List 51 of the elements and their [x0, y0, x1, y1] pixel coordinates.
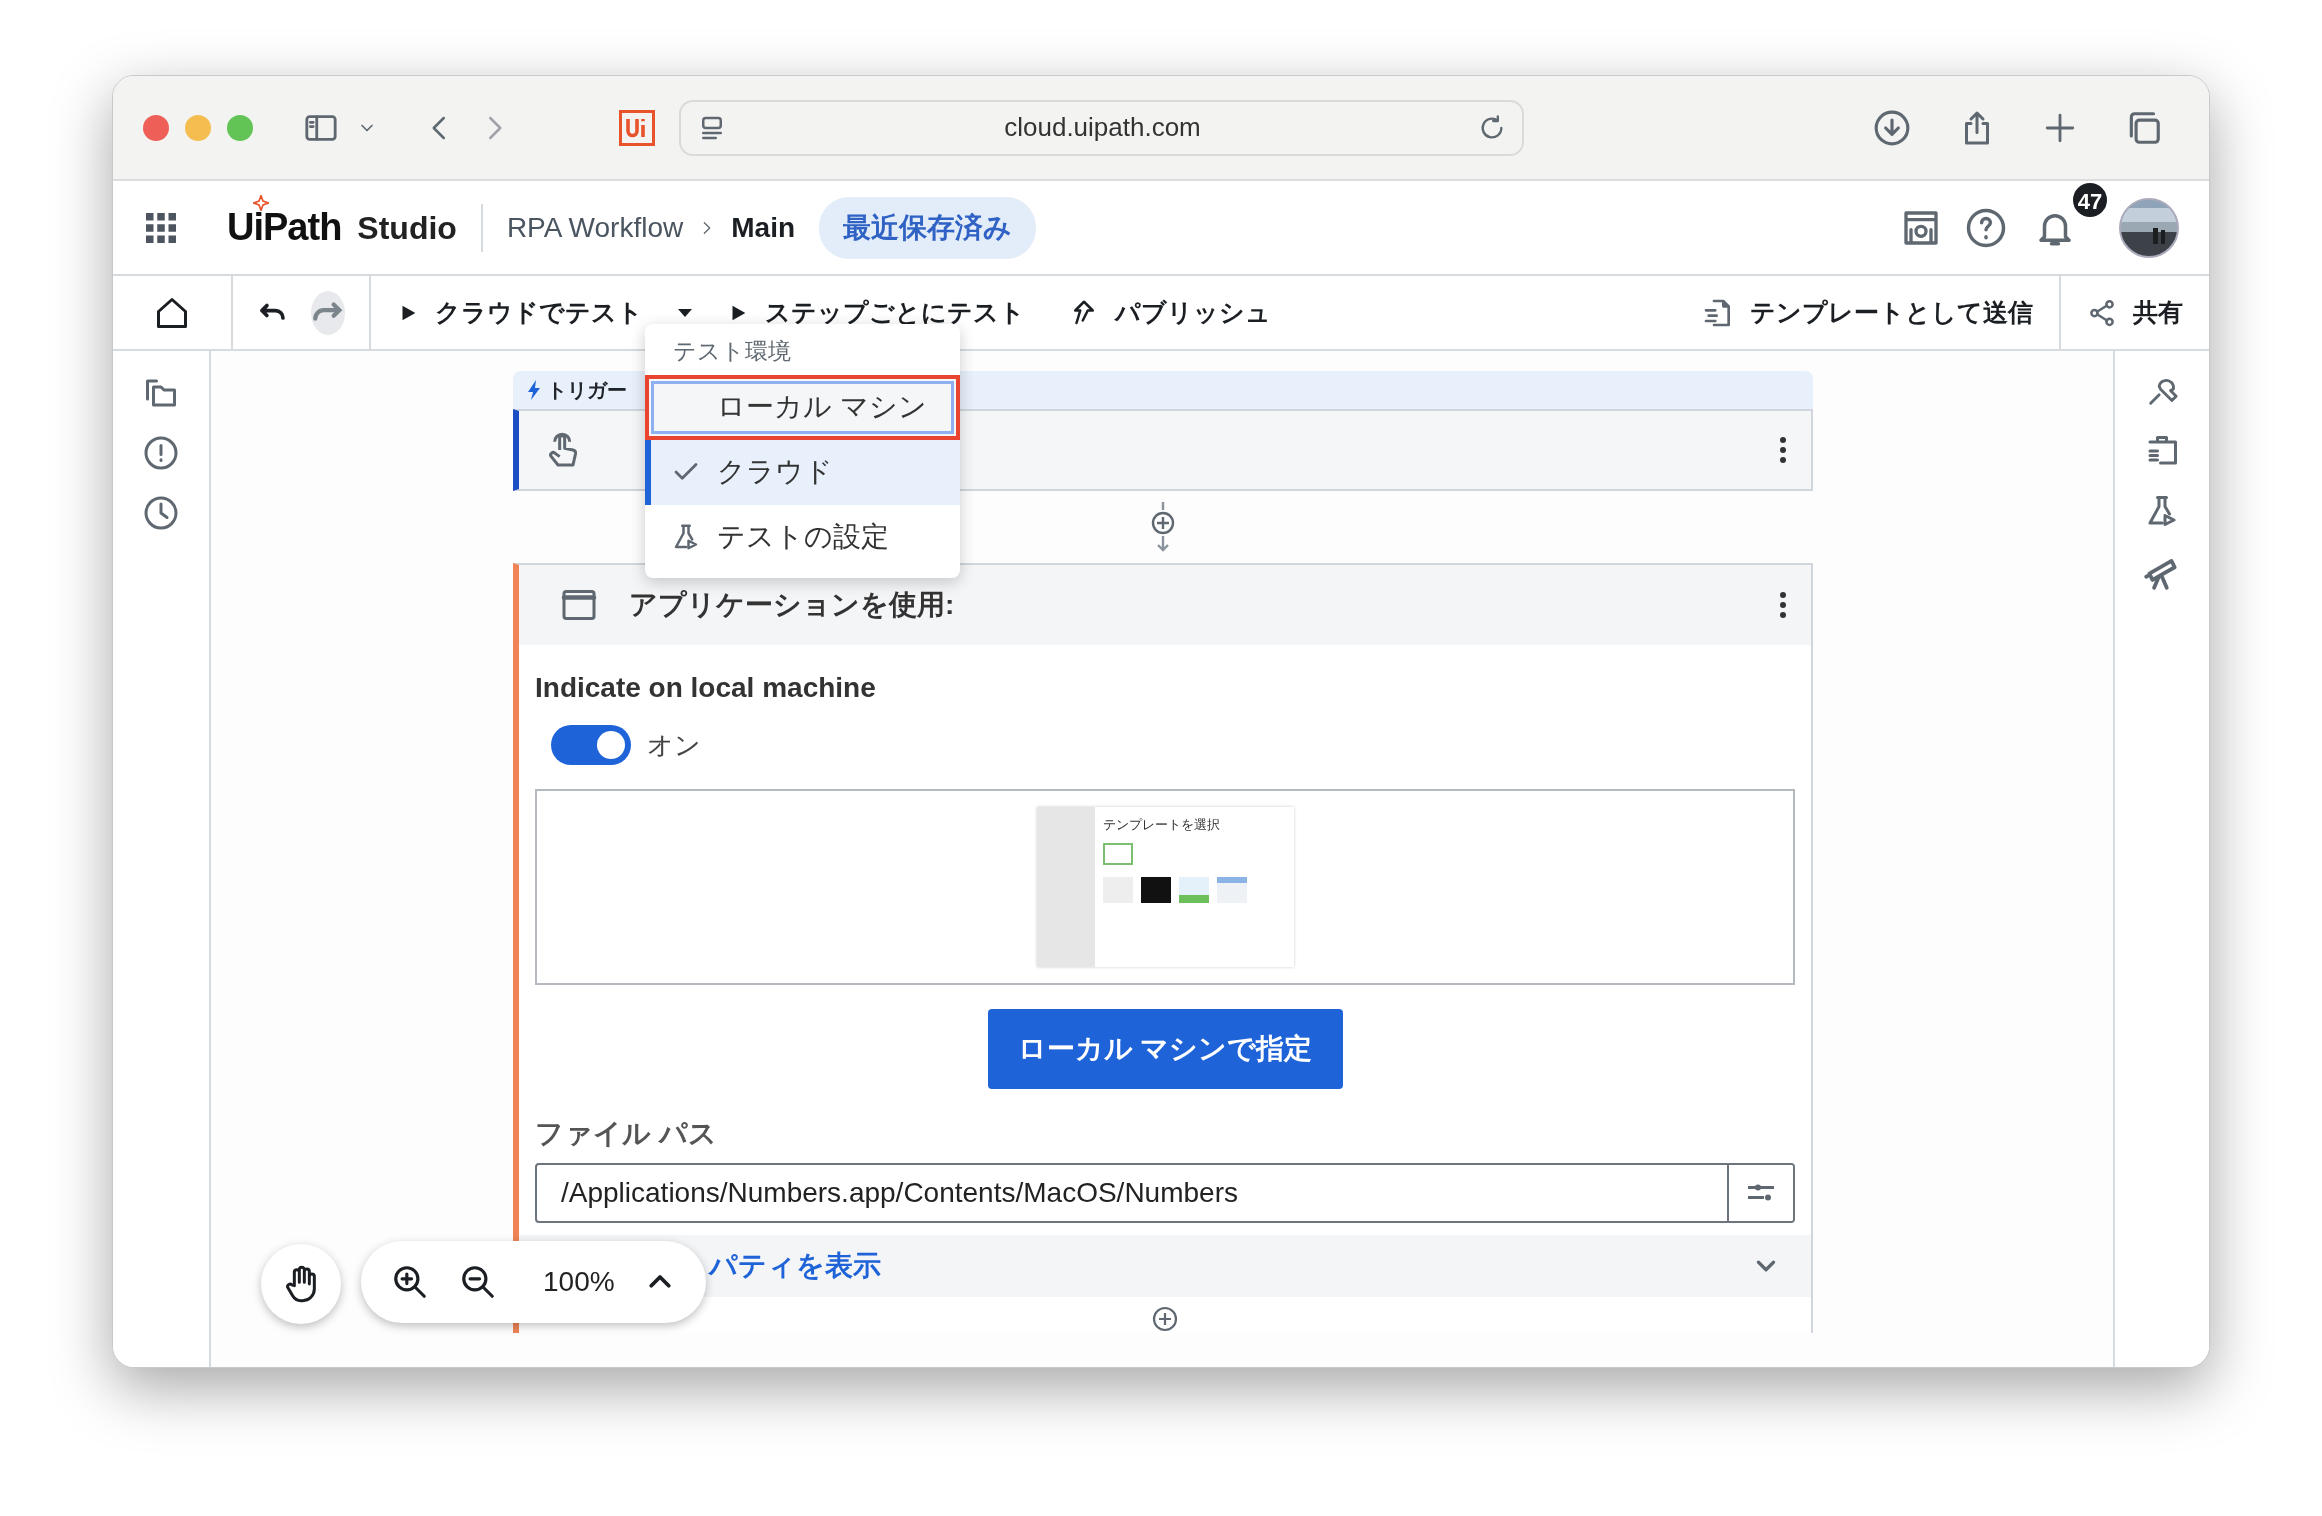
product-name: Studio	[357, 208, 457, 248]
menu-item[interactable]: クラウド	[645, 439, 960, 505]
url-text: cloud.uipath.com	[1003, 111, 1202, 144]
more-icon[interactable]	[1779, 591, 1787, 619]
breadcrumb-link[interactable]: RPA Workflow	[506, 206, 684, 249]
window-icon	[559, 587, 599, 623]
menu-heading: テスト環境	[672, 337, 792, 366]
screenshot-title: テンプレートを選択	[1102, 816, 1221, 834]
toolbar-button[interactable]: クラウドでテスト	[387, 276, 653, 349]
sparkle-icon	[253, 195, 269, 211]
template-preview	[1102, 842, 1133, 865]
notification-count: 47	[2071, 180, 2109, 219]
pan-hand-button[interactable]	[261, 1244, 341, 1324]
field-label: ファイル パス	[535, 1117, 718, 1151]
save-status-pill: 最近保存済み	[819, 196, 1036, 259]
redo-button[interactable]	[310, 290, 345, 335]
breadcrumb-current: Main	[731, 210, 795, 245]
menu-item[interactable]: ローカル マシン	[645, 374, 960, 440]
show-properties-link[interactable]: パティを表示	[709, 1245, 881, 1287]
site-logo-icon	[619, 109, 655, 146]
template-tile	[1178, 876, 1209, 903]
toolbar-button[interactable]: テンプレートとして送信	[1692, 276, 2043, 349]
menu-item[interactable]: テストの設定	[645, 504, 960, 570]
lightning-icon	[527, 379, 541, 401]
share-icon	[2087, 297, 2117, 328]
zoom-level: 100%	[543, 1265, 615, 1299]
more-icon[interactable]	[1779, 436, 1787, 464]
zoom-in-icon[interactable]	[391, 1263, 429, 1301]
add-step-icon[interactable]	[1149, 500, 1177, 554]
logo-text: UiPath	[227, 206, 342, 248]
help-icon[interactable]	[1965, 206, 2007, 249]
toggle-label: オン	[647, 728, 701, 762]
options-button[interactable]	[1727, 1165, 1793, 1221]
download-icon[interactable]	[1873, 108, 1911, 147]
close-window-button[interactable]	[143, 114, 169, 141]
activity-title: アプリケーションを使用:	[629, 588, 956, 622]
trigger-label: トリガー	[547, 378, 627, 403]
history-icon[interactable]	[143, 495, 179, 531]
indicate-button[interactable]: ローカル マシンで指定	[987, 1009, 1343, 1089]
template-tile	[1140, 876, 1171, 903]
file-path-field[interactable]: /Applications/Numbers.app/Contents/MacOS/Numbers	[535, 1163, 1795, 1223]
toolbar-button[interactable]: パブリッシュ	[1059, 276, 1281, 349]
warning-icon[interactable]	[143, 435, 179, 471]
address-bar[interactable]: cloud.uipath.com	[679, 99, 1524, 156]
template-tile	[1216, 876, 1247, 903]
toolbar-button[interactable]: 共有	[2077, 276, 2193, 349]
zoom-out-icon[interactable]	[459, 1263, 497, 1301]
toggle-switch[interactable]	[551, 725, 631, 765]
add-step-icon[interactable]	[1151, 1305, 1179, 1333]
field-label: Indicate on local machine	[535, 671, 877, 705]
caret-icon[interactable]	[677, 307, 693, 318]
